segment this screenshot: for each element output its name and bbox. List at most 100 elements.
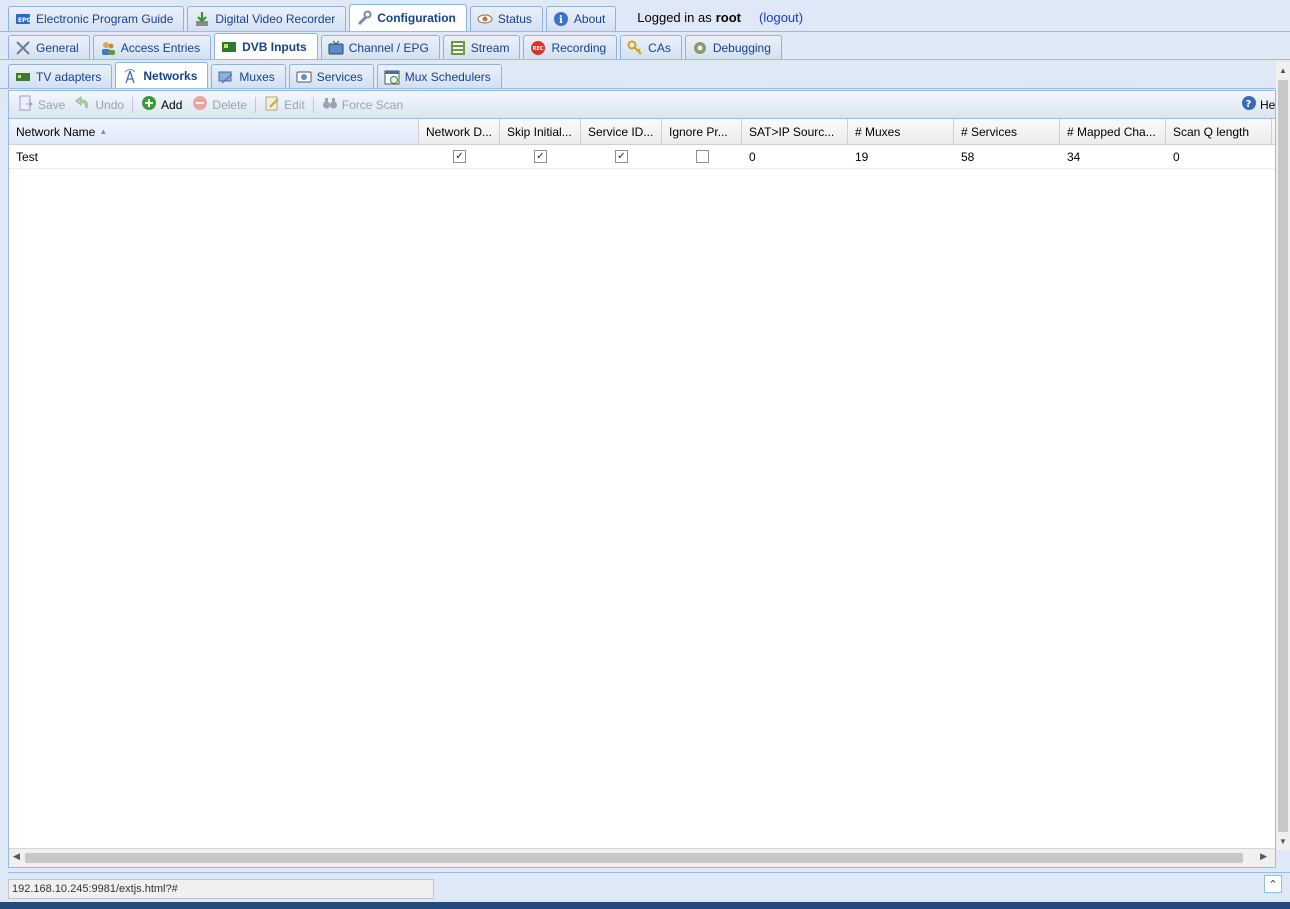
help-button[interactable]: ? Help [1236,95,1275,114]
tv-icon [328,40,344,56]
tab-networks[interactable]: Networks [115,62,209,88]
tab-label: Digital Video Recorder [215,12,336,26]
epg-icon: EPG [15,11,31,27]
force-scan-button[interactable]: Force Scan [317,95,408,114]
service-id-checkbox[interactable]: ✓ [615,150,628,163]
delete-button[interactable]: Delete [187,95,252,114]
col-network-name[interactable]: Network Name ▲ [9,119,419,144]
scroll-down-icon[interactable]: ▼ [1279,837,1287,846]
tab-label: Electronic Program Guide [36,12,174,26]
vertical-scroll-thumb[interactable] [1278,80,1288,832]
edit-button[interactable]: Edit [259,95,310,114]
scroll-up-icon[interactable]: ▲ [1279,66,1287,75]
tab-label: Muxes [239,69,275,84]
tab-status[interactable]: Status [469,6,543,31]
skip-initial-scan-checkbox[interactable]: ✓ [534,150,547,163]
horizontal-scroll-thumb[interactable] [25,853,1243,863]
stream-icon [450,40,466,56]
tab-label: TV adapters [36,69,102,84]
col-mapped-channels[interactable]: # Mapped Cha... [1060,119,1166,144]
login-prefix: Logged in as [637,10,712,25]
cell-network-discovery: ✓ [419,145,500,168]
svg-text:EPG: EPG [18,17,31,24]
col-satip-source[interactable]: SAT>IP Sourc... [742,119,848,144]
tab-about[interactable]: i About [545,6,617,31]
save-icon [18,95,34,114]
vertical-scrollbar[interactable]: ▲ ▼ [1276,62,1290,850]
tab-mux-schedulers[interactable]: Mux Schedulers [376,64,502,88]
tab-label: About [573,12,606,26]
tab-muxes[interactable]: Muxes [211,64,286,88]
col-muxes[interactable]: # Muxes [848,119,954,144]
tab-stream[interactable]: Stream [442,35,521,59]
tab-services[interactable]: Services [288,64,374,88]
cell-skip-initial-scan: ✓ [500,145,581,168]
main-tab-bar: EPG Electronic Program Guide Digital Vid… [0,0,1290,32]
edit-icon [264,95,280,114]
cell-mapped-channels: 34 [1067,149,1081,164]
tab-label: Channel / EPG [348,40,429,55]
scroll-left-icon[interactable]: ◀ [13,851,20,862]
tab-general[interactable]: General [8,35,90,59]
toolbar-separator [132,96,134,113]
tab-tv-adapters[interactable]: TV adapters [8,64,113,88]
tab-label: Mux Schedulers [404,69,491,84]
tab-label: Services [316,69,363,84]
tab-channel-epg[interactable]: Channel / EPG [320,35,440,59]
tab-dvr[interactable]: Digital Video Recorder [187,6,347,31]
tab-label: Networks [143,68,198,83]
network-discovery-checkbox[interactable]: ✓ [453,150,466,163]
col-ignore-provider[interactable]: Ignore Pr... [662,119,742,144]
tab-epg[interactable]: EPG Electronic Program Guide [8,6,185,31]
undo-icon [75,95,91,114]
login-user: root [715,10,742,25]
col-service-id[interactable]: Service ID... [581,119,662,144]
tab-cas[interactable]: CAs [620,35,682,59]
cell-scan-q-length: 0 [1173,149,1180,164]
tab-label: Recording [551,40,607,55]
status-url: 192.168.10.245:9981/extjs.html?# [8,879,434,899]
tab-label: Status [497,12,532,26]
table-row[interactable]: Test ✓ ✓ ✓ 0 19 58 34 0 [9,145,1275,169]
tab-debugging[interactable]: Debugging [684,35,782,59]
col-scan-q-length[interactable]: Scan Q length [1166,119,1272,144]
window-bottom-edge [0,902,1290,909]
tab-label: Stream [470,40,510,55]
eye-icon [477,11,493,27]
undo-button[interactable]: Undo [70,95,129,114]
grid-header: Network Name ▲ Network D... Skip Initial.… [9,119,1275,145]
collapse-up-icon[interactable]: ⌃ [1264,875,1282,893]
cell-satip-source: 0 [749,149,756,164]
card-icon [221,39,237,55]
users-icon [100,40,116,56]
col-services[interactable]: # Services [954,119,1060,144]
toolbar-separator [312,96,314,113]
tab-dvb-inputs[interactable]: DVB Inputs [214,33,318,59]
tab-recording[interactable]: REC Recording [523,35,618,59]
muxes-icon [218,69,234,85]
tools-icon [15,40,31,56]
horizontal-scrollbar[interactable]: ◀ ▶ [9,848,1275,867]
debug-icon [692,40,708,56]
cell-network-name: Test [16,149,39,164]
binoculars-icon [322,95,338,114]
add-icon [141,95,157,114]
tab-label: Debugging [712,40,771,55]
svg-text:?: ? [1246,99,1252,110]
tab-access-entries[interactable]: Access Entries [92,35,212,59]
col-network-discovery[interactable]: Network D... [419,119,500,144]
dvb-tab-bar: TV adapters Networks Muxes Services Mux … [0,60,1290,89]
add-button[interactable]: Add [136,95,187,114]
save-button[interactable]: Save [13,95,70,114]
cell-ignore-provider [662,145,742,168]
logout-link[interactable]: (logout) [759,10,803,25]
help-icon: ? [1241,95,1257,114]
tab-label: Configuration [377,11,456,25]
tab-configuration[interactable]: Configuration [349,4,467,31]
ignore-provider-checkbox[interactable] [695,150,709,163]
antenna-icon [122,68,138,84]
tab-label: DVB Inputs [242,39,307,54]
scroll-right-icon[interactable]: ▶ [1260,851,1267,862]
col-skip-initial-scan[interactable]: Skip Initial... [500,119,581,144]
tab-label: General [36,40,79,55]
